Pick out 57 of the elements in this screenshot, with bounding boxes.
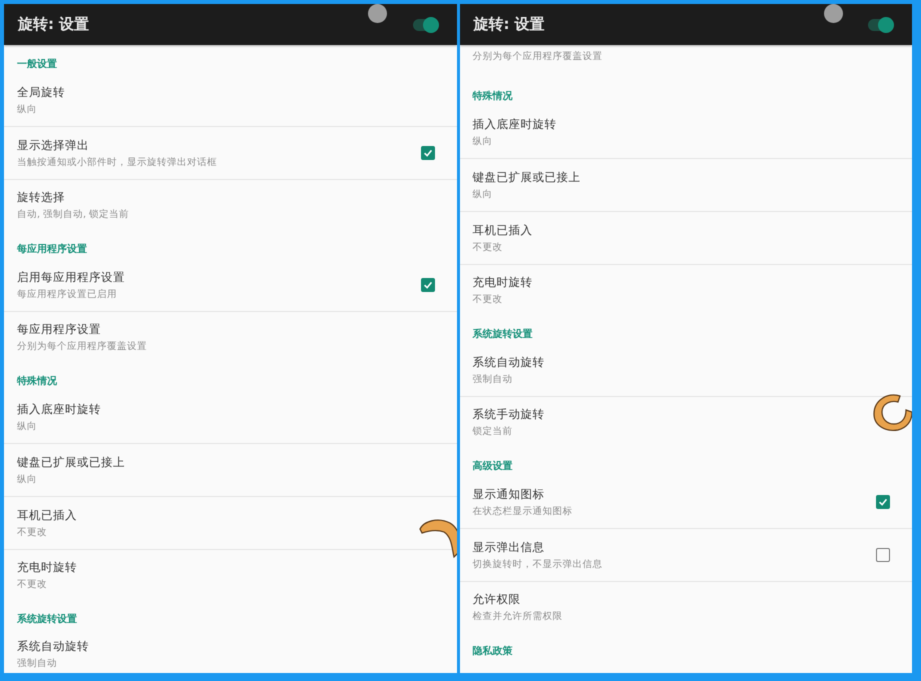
setting-title[interactable]: 显示通知图标 (472, 486, 544, 502)
section-header: 系统旋转设置 (16, 612, 78, 627)
setting-title[interactable]: 键盘已扩展或已接上 (472, 170, 580, 184)
app-title: 旋转: 设置 (18, 15, 90, 34)
toggle-switch[interactable] (868, 18, 892, 30)
section-header: 每应用程序设置 (16, 242, 88, 257)
checkbox[interactable] (420, 146, 434, 160)
circle-icon (368, 4, 387, 23)
circle-icon (824, 4, 842, 23)
setting-subtitle: 在状态栏显示通知图标 (472, 504, 572, 518)
setting-subtitle: 锁定当前 (472, 424, 512, 438)
setting-subtitle: 不更改 (17, 526, 47, 538)
section-header: 特殊情况 (16, 374, 58, 389)
app-title: 旋转: 设置 (474, 15, 546, 34)
setting-subtitle: 纵向 (17, 102, 37, 116)
setting-title[interactable]: 允许权限 (472, 592, 520, 606)
setting-subtitle: 每应用程序设置已启用 (17, 288, 117, 300)
section-header: 系统旋转设置 (472, 328, 534, 342)
setting-subtitle: 分别为每个应用程序覆盖设置 (472, 50, 602, 63)
setting-subtitle: 纵向 (17, 420, 37, 432)
setting-subtitle: 检查并允许所需权限 (472, 610, 562, 622)
setting-title[interactable]: 插入底座时旋转 (17, 402, 101, 416)
setting-subtitle: 自动, 强制自动, 锁定当前 (17, 208, 130, 220)
setting-subtitle: 纵向 (472, 188, 492, 200)
setting-title[interactable]: 启用每应用程序设置 (17, 270, 125, 284)
section-header: 一般设置 (16, 58, 58, 72)
setting-title[interactable]: 全局旋转 (17, 84, 65, 100)
checkbox[interactable] (876, 495, 890, 509)
setting-title[interactable]: 显示弹出信息 (472, 540, 544, 554)
section-header: 特殊情况 (471, 90, 514, 104)
setting-subtitle: 强制自动 (472, 372, 512, 386)
setting-title[interactable]: 充电时旋转 (17, 560, 77, 574)
checkbox[interactable] (876, 548, 890, 562)
setting-title[interactable]: 键盘已扩展或已接上 (17, 454, 125, 470)
setting-subtitle: 切换旋转时，不显示弹出信息 (472, 558, 602, 570)
setting-title[interactable]: 系统手动旋转 (472, 406, 544, 422)
section-header: 隐私政策 (472, 644, 514, 659)
setting-subtitle: 分别为每个应用程序覆盖设置 (17, 340, 147, 352)
setting-subtitle: 纵向 (17, 472, 37, 486)
setting-title[interactable]: 耳机已插入 (472, 222, 532, 238)
section-header: 高级设置 (472, 459, 514, 474)
setting-subtitle: 不更改 (472, 240, 502, 254)
setting-title[interactable]: 系统自动旋转 (472, 354, 544, 370)
setting-title[interactable]: 每应用程序设置 (17, 322, 101, 336)
setting-title[interactable]: 显示选择弹出 (17, 138, 89, 152)
setting-subtitle: 不更改 (472, 292, 502, 306)
setting-subtitle: 不更改 (17, 578, 47, 590)
setting-title[interactable]: 耳机已插入 (17, 508, 77, 522)
setting-title[interactable]: 系统自动旋转 (17, 638, 89, 654)
setting-subtitle: 纵向 (472, 134, 492, 148)
checkbox[interactable] (420, 278, 434, 292)
setting-title[interactable]: 插入底座时旋转 (472, 116, 556, 132)
toggle-switch[interactable] (412, 18, 436, 30)
setting-title[interactable]: 旋转选择 (17, 190, 65, 204)
setting-subtitle: 当触按通知或小部件时，显示旋转弹出对话框 (17, 156, 217, 168)
setting-subtitle: 强制自动 (17, 656, 57, 670)
setting-title[interactable]: 充电时旋转 (472, 274, 532, 290)
